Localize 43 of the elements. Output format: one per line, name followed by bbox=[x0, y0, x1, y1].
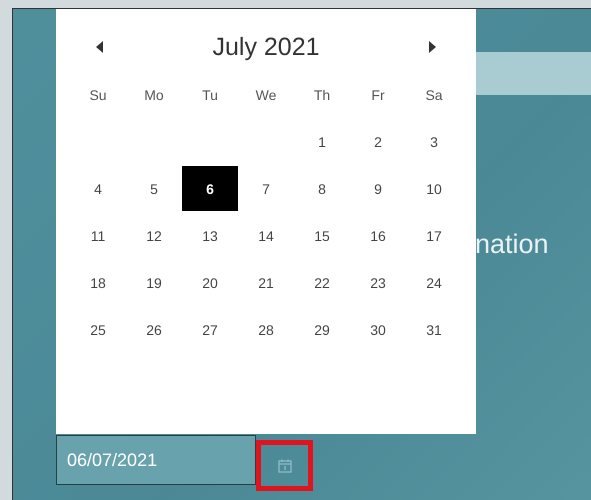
weekday-label: Th bbox=[314, 86, 330, 102]
next-month-icon[interactable] bbox=[428, 41, 436, 53]
calendar-day[interactable]: 9 bbox=[350, 166, 406, 211]
calendar-day[interactable]: 10 bbox=[406, 166, 462, 211]
weekday-label: We bbox=[256, 86, 276, 102]
calendar-day[interactable]: 12 bbox=[126, 213, 182, 258]
weekday-label: Mo bbox=[144, 86, 164, 102]
calendar-day[interactable]: 31 bbox=[406, 307, 462, 352]
calendar-day[interactable]: 8 bbox=[294, 166, 350, 211]
calendar-day[interactable]: 21 bbox=[238, 260, 294, 305]
calendar-day[interactable]: 26 bbox=[126, 307, 182, 352]
month-title: July 2021 bbox=[212, 32, 320, 62]
previous-month-icon[interactable] bbox=[96, 41, 104, 53]
calendar-day[interactable]: 25 bbox=[70, 307, 126, 352]
calendar-day[interactable]: 16 bbox=[350, 213, 406, 258]
calendar-day[interactable]: 3 bbox=[406, 119, 462, 164]
weekday-label: Su bbox=[89, 86, 107, 102]
calendar-day[interactable]: 13 bbox=[182, 213, 238, 258]
calendar-day[interactable]: 2 bbox=[350, 119, 406, 164]
calendar-day[interactable]: 4 bbox=[70, 166, 126, 211]
calendar-day[interactable]: 6 bbox=[182, 166, 238, 211]
calendar-day[interactable]: 7 bbox=[238, 166, 294, 211]
calendar-day[interactable]: 27 bbox=[182, 307, 238, 352]
heading-text: nation bbox=[475, 229, 549, 260]
calendar-day[interactable]: 19 bbox=[126, 260, 182, 305]
calendar-day[interactable]: 5 bbox=[126, 166, 182, 211]
weekday-label: Sa bbox=[425, 86, 443, 102]
calendar-day[interactable]: 20 bbox=[182, 260, 238, 305]
calendar-icon bbox=[278, 458, 292, 472]
weekday-label: Fr bbox=[371, 86, 385, 102]
calendar-day[interactable]: 24 bbox=[406, 260, 462, 305]
calendar-day[interactable]: 15 bbox=[294, 213, 350, 258]
calendar-day[interactable]: 29 bbox=[294, 307, 350, 352]
calendar-day[interactable]: 1 bbox=[294, 119, 350, 164]
calendar-day[interactable]: 23 bbox=[350, 260, 406, 305]
calendar-day[interactable]: 11 bbox=[70, 213, 126, 258]
calendar-day[interactable]: 17 bbox=[406, 213, 462, 258]
calendar-day[interactable]: 14 bbox=[238, 213, 294, 258]
calendar-day[interactable]: 28 bbox=[238, 307, 294, 352]
calendar-day[interactable]: 18 bbox=[70, 260, 126, 305]
weekday-label: Tu bbox=[202, 86, 218, 102]
calendar-day[interactable]: 30 bbox=[350, 307, 406, 352]
calendar-day[interactable]: 22 bbox=[294, 260, 350, 305]
